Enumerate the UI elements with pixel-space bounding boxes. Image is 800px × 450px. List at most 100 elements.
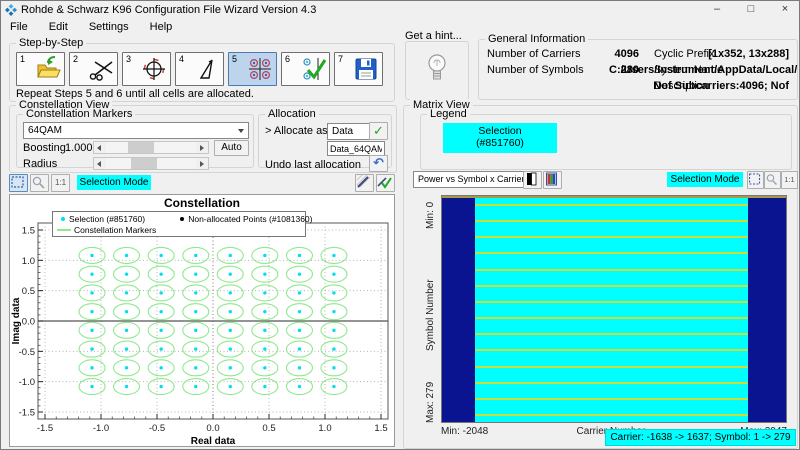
svg-text:1.0: 1.0 bbox=[22, 256, 35, 267]
radius-thumb[interactable] bbox=[131, 158, 157, 169]
svg-text:0.0: 0.0 bbox=[206, 423, 219, 434]
svg-text:1.5: 1.5 bbox=[374, 423, 387, 434]
constellation-markers-label: Constellation Markers bbox=[23, 108, 135, 120]
magnifier-icon bbox=[765, 172, 778, 186]
magnifier-icon bbox=[31, 175, 46, 189]
nonallocated-point-icon bbox=[180, 217, 184, 221]
marker-type-dropdown[interactable]: 64QAM bbox=[23, 122, 249, 139]
pen-check-icon bbox=[377, 175, 392, 189]
menu-help[interactable]: Help bbox=[141, 19, 182, 35]
mark-confirm-button[interactable] bbox=[376, 174, 395, 192]
matrix-mode-dropdown[interactable]: Power vs Symbol x Carrier bbox=[413, 171, 537, 188]
radius-track[interactable] bbox=[106, 158, 196, 169]
radius-scrollbar[interactable] bbox=[93, 157, 209, 170]
legend-markers-label: Constellation Markers bbox=[74, 225, 156, 235]
boosting-value: 1.000 bbox=[65, 142, 93, 154]
hint-panel bbox=[405, 41, 469, 100]
boosting-thumb[interactable] bbox=[128, 142, 154, 153]
constellation-view-group: Constellation View Constellation Markers… bbox=[9, 105, 397, 173]
check-icon: ✓ bbox=[373, 123, 384, 138]
svg-text:1.5: 1.5 bbox=[22, 226, 35, 237]
auto-button[interactable]: Auto bbox=[214, 140, 249, 156]
polygon-select-icon bbox=[193, 56, 221, 82]
svg-text:-1.0: -1.0 bbox=[93, 423, 109, 434]
description-value: Nof Subcarriers:4096; Nof bbox=[639, 80, 789, 92]
step-number: 2 bbox=[73, 54, 78, 64]
color-colormap-button[interactable] bbox=[543, 171, 562, 189]
svg-text:-1.0: -1.0 bbox=[19, 377, 35, 388]
allocation-label: Allocation bbox=[265, 108, 319, 120]
svg-text:0.0: 0.0 bbox=[22, 317, 35, 328]
lightbulb-icon[interactable] bbox=[426, 52, 448, 88]
allocation-name-input[interactable] bbox=[327, 141, 385, 156]
color-colormap-icon bbox=[544, 172, 559, 186]
menubar: File Edit Settings Help bbox=[1, 19, 800, 37]
step-number: 4 bbox=[179, 54, 184, 64]
cyclic-prefix-value: [1x352, 13x288] bbox=[664, 48, 789, 60]
scroll-left-icon[interactable] bbox=[94, 158, 106, 169]
symbol-max-label: Max: 279 bbox=[425, 373, 436, 423]
undo-allocation-button[interactable]: ↶ bbox=[369, 155, 388, 172]
carrier-min-label: Min: -2048 bbox=[441, 426, 488, 437]
mark-tool-button[interactable] bbox=[355, 174, 374, 192]
matrix-zoom-button[interactable] bbox=[764, 171, 781, 189]
step-number: 6 bbox=[285, 54, 290, 64]
select-cells-icon bbox=[246, 56, 274, 82]
legend-selection-label: Selection (#851760) bbox=[69, 214, 145, 224]
step-6-allocate-button[interactable]: 6 bbox=[281, 52, 330, 86]
maximize-button[interactable]: □ bbox=[735, 1, 767, 19]
step-1-open-button[interactable]: 1 bbox=[16, 52, 65, 86]
scroll-left-icon[interactable] bbox=[94, 142, 106, 153]
symbol-axis-label: Symbol Number bbox=[425, 265, 436, 351]
constellation-unzoom-button[interactable]: 1:1 bbox=[51, 174, 70, 192]
boosting-label: Boosting bbox=[23, 142, 66, 154]
step-5-select-cells-button[interactable]: 5 bbox=[228, 52, 277, 86]
legend-nonallocated-label: Non-allocated Points (#1081360) bbox=[188, 214, 312, 224]
step-number: 5 bbox=[232, 54, 237, 64]
step-4-polygon-button[interactable]: 4 bbox=[175, 52, 224, 86]
confirm-allocation-button[interactable]: ✓ bbox=[369, 122, 388, 140]
matrix-selection-mode-badge: Selection Mode bbox=[667, 172, 743, 187]
matrix-unzoom-button[interactable]: 1:1 bbox=[781, 171, 798, 189]
carriers-value: 4096 bbox=[589, 48, 639, 60]
matrix-select-mode-button[interactable] bbox=[747, 171, 764, 189]
save-icon bbox=[352, 56, 380, 82]
step-2-cut-button[interactable]: 2 bbox=[69, 52, 118, 86]
matrix-selection-legend[interactable]: Selection (#851760) bbox=[443, 123, 557, 153]
step-number: 7 bbox=[338, 54, 343, 64]
minimize-button[interactable]: – bbox=[701, 1, 733, 19]
step-number: 1 bbox=[20, 54, 25, 64]
carriers-label: Number of Carriers bbox=[487, 48, 581, 60]
menu-file[interactable]: File bbox=[1, 19, 37, 35]
allocate-as-label: > Allocate as: bbox=[265, 125, 331, 137]
symbol-min-label: Min: 0 bbox=[425, 197, 436, 229]
step-number: 3 bbox=[126, 54, 131, 64]
svg-text:Real data: Real data bbox=[191, 436, 236, 446]
matrix-legend-group: Legend Selection (#851760) bbox=[420, 114, 792, 170]
close-button[interactable]: × bbox=[769, 1, 800, 19]
menu-edit[interactable]: Edit bbox=[40, 19, 77, 35]
constellation-selection-mode-badge: Selection Mode bbox=[77, 175, 151, 190]
constellation-plot[interactable]: -1.5-1.0-0.50.00.51.01.5-1.5-1.0-0.50.00… bbox=[10, 207, 394, 446]
svg-text:0.5: 0.5 bbox=[22, 286, 35, 297]
scroll-right-icon[interactable] bbox=[196, 142, 208, 153]
selection-rect-icon bbox=[10, 175, 25, 189]
app-window: Rohde & Schwarz K96 Configuration File W… bbox=[0, 0, 800, 450]
constellation-select-mode-button[interactable] bbox=[9, 174, 28, 192]
step-group-label: Step-by-Step bbox=[16, 37, 86, 49]
bw-colormap-icon bbox=[524, 172, 539, 186]
matrix-selection-title: Selection bbox=[443, 125, 557, 137]
boosting-track[interactable] bbox=[106, 142, 196, 153]
boosting-scrollbar[interactable] bbox=[93, 141, 209, 154]
selection-rect-icon bbox=[748, 172, 761, 186]
menu-settings[interactable]: Settings bbox=[80, 19, 138, 35]
matrix-heatmap[interactable] bbox=[441, 195, 787, 423]
step-by-step-group: Step-by-Step 1 2 3 4 5 bbox=[9, 43, 395, 102]
step-3-center-button[interactable]: 3 bbox=[122, 52, 171, 86]
scroll-right-icon[interactable] bbox=[196, 158, 208, 169]
step-7-save-button[interactable]: 7 bbox=[334, 52, 383, 86]
constellation-zoom-button[interactable] bbox=[30, 174, 49, 192]
system-name-value: C:/Users/Instrument/AppData/Local/ bbox=[609, 64, 789, 76]
bw-colormap-button[interactable] bbox=[523, 171, 542, 189]
constellation-markers-group: Constellation Markers 64QAM Boosting 1.0… bbox=[16, 114, 254, 168]
